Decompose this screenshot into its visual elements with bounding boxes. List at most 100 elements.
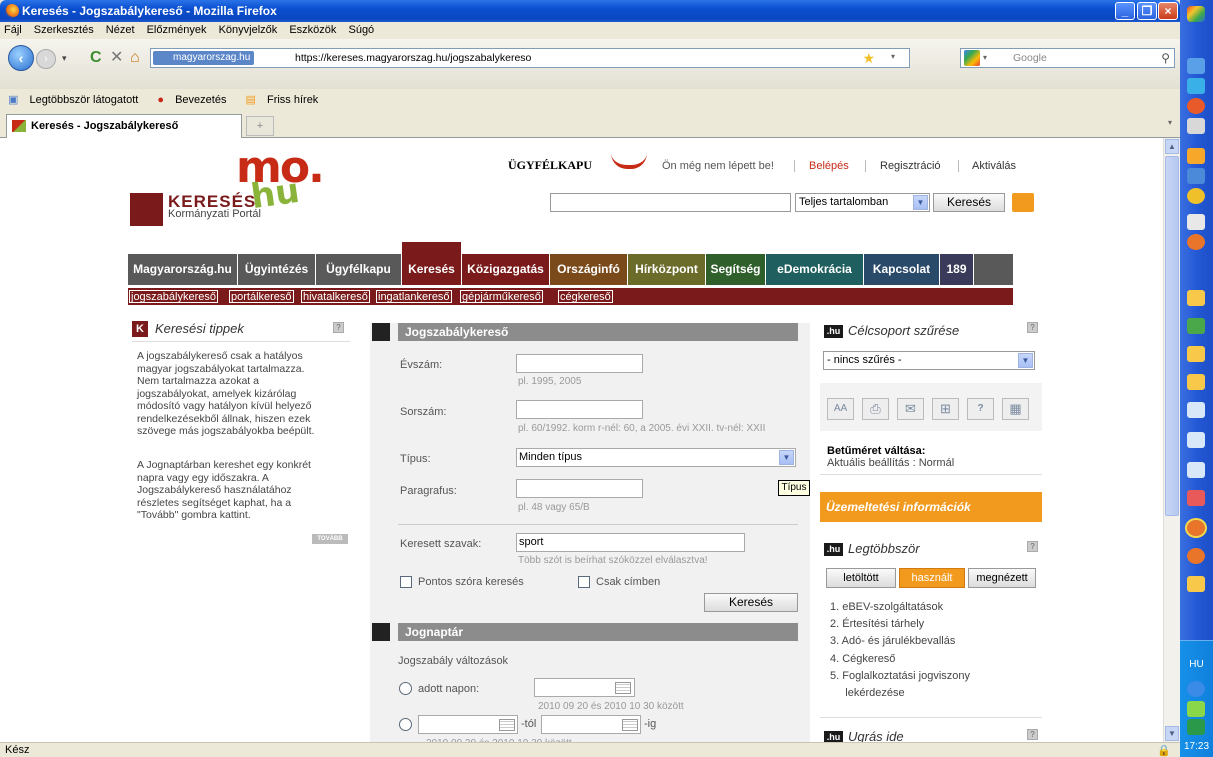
most-item-4[interactable]: 4. Cégkereső (830, 653, 895, 665)
nav-kereses[interactable]: Keresés (402, 242, 462, 285)
rss-icon[interactable] (1012, 193, 1034, 212)
print-icon[interactable]: ⎙ (862, 398, 889, 420)
nav-kapcsolat[interactable]: Kapcsolat (864, 254, 940, 285)
exact-word-checkbox[interactable] (400, 576, 412, 588)
title-only-checkbox[interactable] (578, 576, 590, 588)
scrollbar-thumb[interactable] (1165, 156, 1179, 516)
ops-info-banner[interactable]: Üzemeltetési információk (820, 492, 1042, 522)
home-icon[interactable]: ⌂ (130, 49, 140, 67)
app-icon[interactable] (1187, 188, 1205, 204)
register-link[interactable]: Regisztráció (880, 160, 941, 172)
menu-tools[interactable]: Eszközök (289, 24, 336, 36)
scroll-up-icon[interactable]: ▲ (1165, 139, 1179, 154)
site-search-input[interactable] (550, 193, 791, 212)
document-icon[interactable] (1187, 432, 1205, 448)
number-input[interactable] (516, 400, 643, 419)
tab-list-icon[interactable]: ▾ (1168, 118, 1172, 127)
help-icon[interactable]: ? (1027, 541, 1038, 552)
activate-link[interactable]: Aktiválás (972, 160, 1016, 172)
app-icon[interactable] (1187, 168, 1205, 184)
most-item-5[interactable]: 5. Foglalkoztatási jogviszony (830, 670, 970, 682)
ugyfelkapu-label[interactable]: ÜGYFÉLKAPU (508, 158, 592, 173)
subnav-cegkereso[interactable]: cégkereső (558, 290, 613, 303)
most-tab-viewed[interactable]: megnézett (968, 568, 1036, 588)
app-icon[interactable] (1187, 148, 1205, 164)
most-tab-used[interactable]: használt (899, 568, 965, 588)
grid-icon[interactable]: ▦ (1002, 398, 1029, 420)
subnav-ingatlankereso[interactable]: ingatlankereső (376, 290, 452, 303)
nav-magyarorszag[interactable]: Magyarország.hu (128, 254, 238, 285)
bookmark-most-visited[interactable]: ▣ Legtöbbször látogatott (8, 94, 146, 106)
help-icon[interactable]: ? (1027, 322, 1038, 333)
nav-189[interactable]: 189 (940, 254, 974, 285)
nav-ugyfelkapu[interactable]: Ügyfélkapu (316, 254, 402, 285)
site-identity-badge[interactable]: magyarorszag.hu (153, 51, 255, 65)
subnav-portalkereso[interactable]: portálkereső (229, 290, 294, 303)
nav-ugyintezes[interactable]: Ügyintézés (238, 254, 316, 285)
network-icon[interactable] (1187, 118, 1205, 134)
scroll-down-icon[interactable]: ▼ (1165, 726, 1179, 741)
url-text[interactable]: https://kereses.magyarorszag.hu/jogszaba… (295, 49, 531, 67)
engine-dropdown-icon[interactable]: ▾ (983, 49, 987, 67)
target-group-select[interactable]: - nincs szűrés - ▼ (823, 351, 1035, 370)
app-icon[interactable] (1187, 576, 1205, 592)
url-dropdown-icon[interactable]: ▾ (891, 52, 895, 61)
most-item-3[interactable]: 3. Adó- és járulékbevallás (830, 635, 955, 647)
image-icon[interactable] (1187, 318, 1205, 334)
subnav-jogszabalykereso[interactable]: jogszabálykereső (129, 290, 218, 303)
folder-icon[interactable] (1187, 290, 1205, 306)
help-icon[interactable]: ? (1027, 729, 1038, 740)
most-item-2[interactable]: 2. Értesítési tárhely (830, 618, 924, 630)
on-day-radio[interactable] (399, 682, 412, 695)
close-button[interactable]: × (1158, 2, 1178, 20)
more-button[interactable]: TOVÁBB (312, 534, 348, 544)
media-icon[interactable] (1187, 98, 1205, 114)
calendar-icon[interactable] (615, 682, 631, 694)
ie-icon[interactable] (1187, 78, 1205, 94)
calendar-icon[interactable] (622, 719, 638, 731)
google-icon[interactable] (964, 50, 980, 66)
document-icon[interactable] (1187, 214, 1205, 230)
folder-icon[interactable] (1187, 346, 1205, 362)
calendar-icon[interactable] (499, 719, 515, 731)
menu-view[interactable]: Nézet (106, 24, 135, 36)
app-icon[interactable] (1187, 490, 1205, 506)
new-tab-button[interactable]: + (246, 116, 274, 136)
help-tool-icon[interactable]: ? (967, 398, 994, 420)
nav-kozigazgatas[interactable]: Közigazgatás (462, 254, 550, 285)
magnifier-icon[interactable]: ⚲ (1161, 49, 1170, 67)
clock[interactable]: 17:23 (1180, 741, 1213, 752)
menu-file[interactable]: Fájl (4, 24, 22, 36)
mail-icon[interactable]: ✉ (897, 398, 924, 420)
folder-icon[interactable] (1187, 374, 1205, 390)
network-icon[interactable] (1187, 719, 1205, 735)
most-item-1[interactable]: 1. eBEV-szolgáltatások (830, 601, 943, 613)
tab-kereses[interactable]: Keresés - Jogszabálykereső (6, 114, 242, 138)
law-search-button[interactable]: Keresés (704, 593, 798, 612)
reload-icon[interactable]: C (90, 49, 102, 67)
minimize-button[interactable]: _ (1115, 2, 1135, 20)
document-icon[interactable] (1187, 462, 1205, 478)
login-link[interactable]: Belépés (809, 160, 849, 172)
page-scrollbar[interactable]: ▲ ▼ (1163, 138, 1180, 742)
url-bar[interactable]: magyarorszag.hu https://kereses.magyaror… (150, 48, 910, 68)
bookmark-news[interactable]: ▤ Friss hírek (246, 94, 327, 106)
keywords-input[interactable]: sport (516, 533, 745, 552)
nav-segitseg[interactable]: Segítség (706, 254, 766, 285)
language-indicator[interactable]: HU (1180, 659, 1213, 670)
subnav-gepjarmukereso[interactable]: gépjárműkereső (460, 290, 543, 303)
tray-icon[interactable] (1187, 681, 1205, 697)
bookmark-intro[interactable]: ● Bevezetés (157, 94, 234, 106)
firefox-icon[interactable] (1187, 548, 1205, 564)
firefox-icon[interactable] (1185, 518, 1207, 538)
forward-button[interactable]: › (36, 49, 56, 69)
nav-hirkozpont[interactable]: Hírközpont (628, 254, 706, 285)
menu-history[interactable]: Előzmények (147, 24, 207, 36)
range-radio[interactable] (399, 718, 412, 731)
bookmark-icon[interactable]: ⊞ (932, 398, 959, 420)
ie-icon[interactable] (1187, 58, 1205, 74)
site-search-button[interactable]: Keresés (933, 193, 1005, 212)
menu-bookmarks[interactable]: Könyvjelzők (219, 24, 278, 36)
maximize-button[interactable]: ❐ (1137, 2, 1157, 20)
stop-icon[interactable]: ✕ (110, 49, 123, 67)
